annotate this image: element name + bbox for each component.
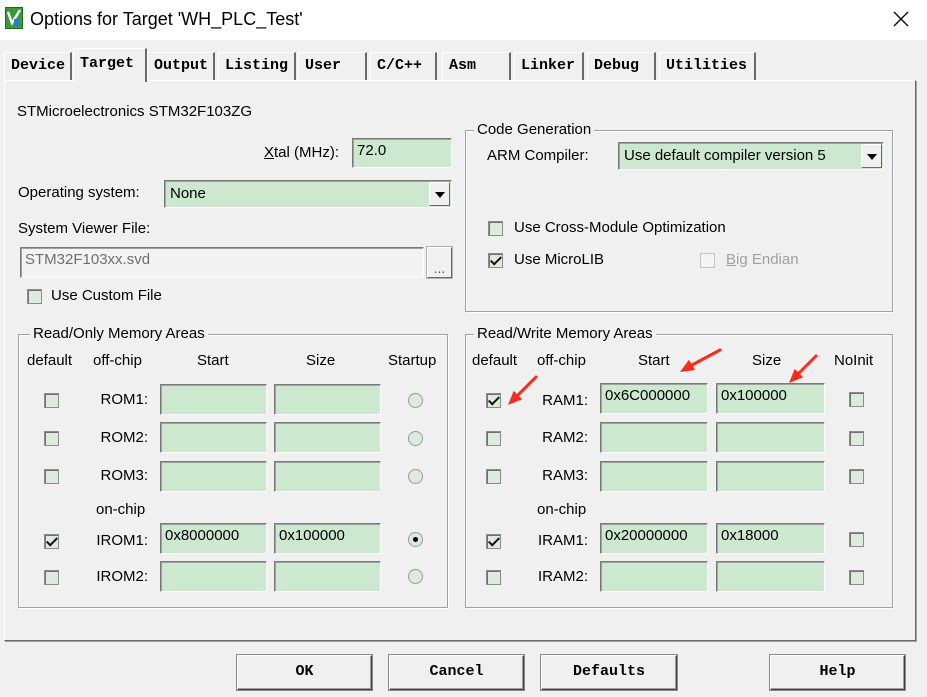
iram1-size-input[interactable] <box>716 523 825 554</box>
target-tab-content: STMicroelectronics STM32F103ZG Xtal (MHz… <box>0 0 927 697</box>
ram2-default-checkbox[interactable] <box>486 431 501 446</box>
arm-compiler-value: Use default compiler version 5 <box>624 147 826 164</box>
rw-header-start: Start <box>638 352 670 369</box>
cross-module-optimization-label: Use Cross-Module Optimization <box>514 219 726 236</box>
ram3-size-input[interactable] <box>716 461 825 492</box>
chevron-down-icon <box>435 192 445 198</box>
iram1-noinit-checkbox[interactable] <box>849 532 864 547</box>
use-microlib-label: Use MicroLIB <box>514 251 605 268</box>
iram1-label: IRAM1: <box>537 532 588 549</box>
iram2-size-input[interactable] <box>716 561 825 592</box>
ram2-noinit-checkbox[interactable] <box>849 431 864 446</box>
rw-header-size: Size <box>752 352 782 369</box>
ro-header-start: Start <box>197 352 229 369</box>
ram3-start-input[interactable] <box>600 461 708 492</box>
svd-label: System Viewer File: <box>18 220 151 237</box>
iram2-default-checkbox[interactable] <box>486 570 501 585</box>
irom1-size-input[interactable] <box>274 523 381 554</box>
arm-compiler-select[interactable]: Use default compiler version 5 <box>618 142 884 170</box>
ram3-default-checkbox[interactable] <box>486 469 501 484</box>
ram1-start-input[interactable] <box>600 383 708 414</box>
code-generation-title: Code Generation <box>474 121 595 139</box>
rom1-start-input[interactable] <box>160 384 267 415</box>
rom2-label: ROM2: <box>100 429 148 446</box>
irom2-label: IROM2: <box>96 568 148 585</box>
svd-browse-button[interactable]: ... <box>427 247 452 278</box>
rom3-start-input[interactable] <box>160 461 267 492</box>
device-name: STMicroelectronics STM32F103ZG <box>17 103 253 120</box>
xtal-label: Xtal (MHz): <box>264 144 340 161</box>
ro-header-startup: Startup <box>388 352 437 369</box>
irom1-startup-radio[interactable] <box>408 532 423 547</box>
ram1-noinit-checkbox[interactable] <box>849 392 864 407</box>
ram2-start-input[interactable] <box>600 422 708 453</box>
rom1-default-checkbox[interactable] <box>44 393 59 408</box>
ro-onchip-label: on-chip <box>96 501 146 518</box>
rom2-startup-radio[interactable] <box>408 431 423 446</box>
ro-header-default: default <box>27 352 73 369</box>
arm-compiler-label: ARM Compiler: <box>487 147 589 164</box>
ro-header-offchip: off-chip <box>93 352 142 369</box>
rom2-default-checkbox[interactable] <box>44 431 59 446</box>
ro-memory-title: Read/Only Memory Areas <box>30 325 208 343</box>
xtal-input[interactable] <box>352 138 452 168</box>
irom1-start-input[interactable] <box>160 523 267 554</box>
use-custom-file-checkbox[interactable] <box>27 289 42 304</box>
big-endian-label: Big Endian <box>726 251 799 268</box>
rw-header-offchip: off-chip <box>537 352 586 369</box>
rom2-size-input[interactable] <box>274 422 381 453</box>
rom3-label: ROM3: <box>100 467 148 484</box>
ram2-label: RAM2: <box>542 429 588 446</box>
irom2-start-input[interactable] <box>160 561 267 592</box>
cross-module-optimization-checkbox[interactable] <box>488 221 503 236</box>
rom1-startup-radio[interactable] <box>408 393 423 408</box>
tab-target[interactable]: Target <box>73 48 147 82</box>
use-custom-file-label: Use Custom File <box>51 287 162 304</box>
chevron-down-icon <box>867 154 877 160</box>
irom1-label: IROM1: <box>96 532 148 549</box>
iram1-start-input[interactable] <box>600 523 708 554</box>
rom3-startup-radio[interactable] <box>408 469 423 484</box>
os-select-dropdown-button[interactable] <box>429 182 450 206</box>
big-endian-checkbox[interactable] <box>700 253 715 268</box>
irom2-startup-radio[interactable] <box>408 569 423 584</box>
os-label: Operating system: <box>18 184 140 201</box>
rom2-start-input[interactable] <box>160 422 267 453</box>
svd-file-input[interactable] <box>20 247 424 278</box>
ro-header-size: Size <box>306 352 336 369</box>
ram3-label: RAM3: <box>542 467 588 484</box>
rom1-label: ROM1: <box>100 391 148 408</box>
rw-onchip-label: on-chip <box>537 501 587 518</box>
iram2-label: IRAM2: <box>537 568 588 585</box>
iram2-noinit-checkbox[interactable] <box>849 570 864 585</box>
ram1-default-checkbox[interactable] <box>486 393 501 408</box>
rw-memory-title: Read/Write Memory Areas <box>474 325 656 343</box>
ram1-size-input[interactable] <box>716 383 825 414</box>
os-select[interactable]: None <box>164 180 452 208</box>
rom3-default-checkbox[interactable] <box>44 469 59 484</box>
rom3-size-input[interactable] <box>274 461 381 492</box>
rw-header-default: default <box>472 352 518 369</box>
iram1-default-checkbox[interactable] <box>486 534 501 549</box>
iram2-start-input[interactable] <box>600 561 708 592</box>
rw-header-noinit: NoInit <box>834 352 874 369</box>
ram2-size-input[interactable] <box>716 422 825 453</box>
ram1-label: RAM1: <box>542 392 588 409</box>
irom2-default-checkbox[interactable] <box>44 570 59 585</box>
os-select-value: None <box>170 185 206 202</box>
arm-compiler-dropdown-button[interactable] <box>861 144 882 168</box>
irom1-default-checkbox[interactable] <box>44 534 59 549</box>
irom2-size-input[interactable] <box>274 561 381 592</box>
use-microlib-checkbox[interactable] <box>488 253 503 268</box>
rom1-size-input[interactable] <box>274 384 381 415</box>
ram3-noinit-checkbox[interactable] <box>849 469 864 484</box>
